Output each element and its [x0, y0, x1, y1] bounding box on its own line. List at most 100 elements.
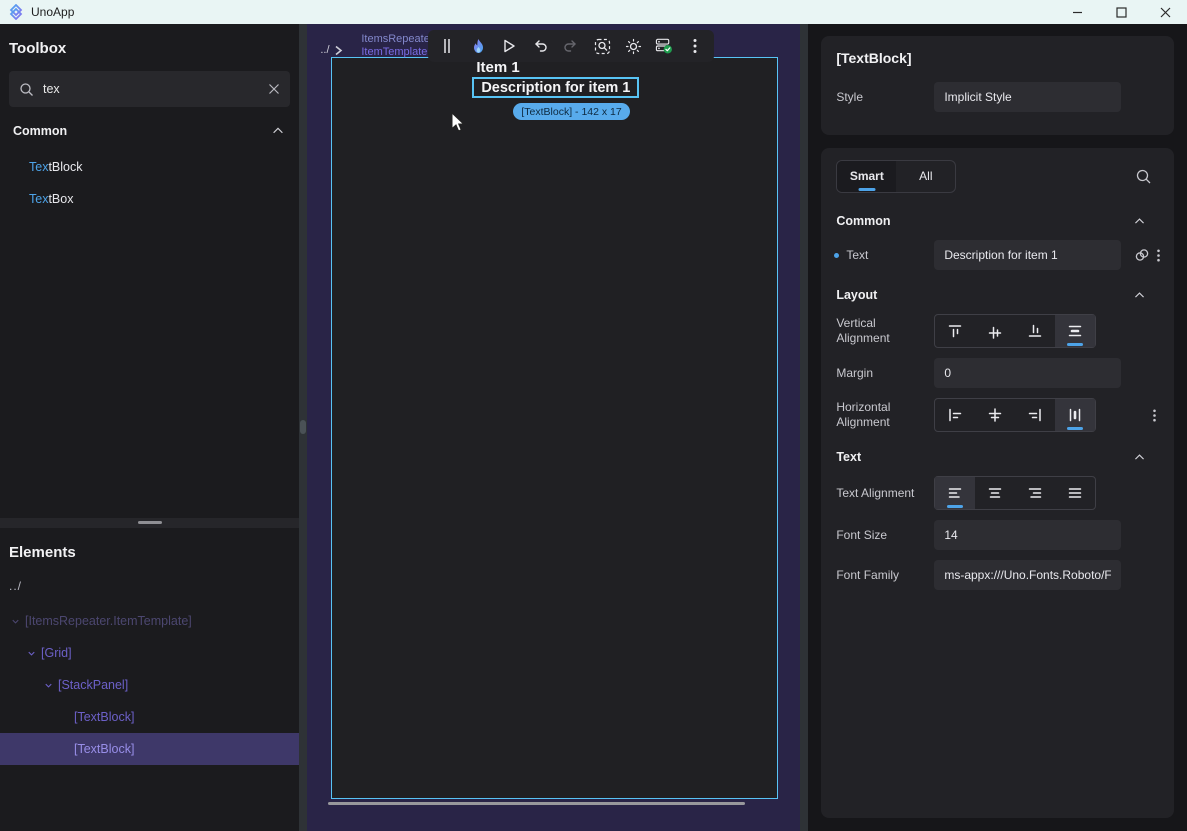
titlebar: UnoApp [0, 0, 1187, 24]
chevron-down-icon[interactable] [10, 616, 21, 627]
uno-logo-icon [8, 4, 24, 20]
font-size-input[interactable] [934, 520, 1121, 550]
style-input[interactable] [934, 82, 1121, 112]
canvas-breadcrumb[interactable]: ItemsRepeater ItemTemplate [361, 33, 433, 59]
breadcrumb-itemsrepeater[interactable]: ItemsRepeater [361, 33, 433, 46]
text-alignment-group [934, 476, 1096, 510]
text-alignment-label: Text Alignment [836, 486, 934, 501]
valign-bottom-button[interactable] [1015, 315, 1055, 347]
tree-item-stackpanel[interactable]: [StackPanel] [0, 669, 299, 701]
tree-item-textblock-2-selected[interactable]: [TextBlock] [0, 733, 299, 765]
textalign-justify-button[interactable] [1055, 477, 1095, 509]
font-family-input[interactable] [934, 560, 1121, 590]
text-property-row: Text [836, 240, 1166, 270]
splitter-grip-icon [138, 521, 162, 524]
clear-search-icon[interactable] [268, 83, 280, 95]
up-level-label: ../ [320, 44, 329, 56]
elements-root-crumb[interactable]: ../ [0, 573, 299, 599]
chevron-up-icon [271, 124, 285, 138]
vertical-alignment-group [934, 314, 1096, 348]
toolbox-search-input[interactable] [43, 82, 268, 96]
drag-handle-icon[interactable] [438, 37, 456, 55]
textalign-center-button[interactable] [975, 477, 1015, 509]
halign-left-button[interactable] [935, 399, 975, 431]
elements-title: Elements [0, 528, 299, 573]
inspected-element-title: [TextBlock] [836, 50, 1159, 66]
selected-textblock[interactable]: Description for item 1 [472, 77, 639, 98]
horizontal-alignment-row: Horizontal Alignment [836, 398, 1166, 432]
section-common[interactable]: Common [836, 214, 1166, 228]
redo-icon[interactable] [562, 37, 580, 55]
font-size-label: Font Size [836, 528, 934, 543]
canvas-horizontal-scrollbar[interactable] [328, 802, 745, 805]
scrollbar-thumb[interactable] [300, 420, 306, 434]
tree-item-itemsrepeater-itemtemplate[interactable]: [ItemsRepeater.ItemTemplate] [0, 605, 299, 637]
undo-icon[interactable] [531, 37, 549, 55]
close-button[interactable] [1143, 0, 1187, 24]
breadcrumb-itemtemplate[interactable]: ItemTemplate [361, 46, 433, 59]
tree-item-label: [ItemsRepeater.ItemTemplate] [25, 614, 192, 628]
section-text[interactable]: Text [836, 450, 1166, 464]
textalign-right-button[interactable] [1015, 477, 1055, 509]
design-surface[interactable]: Item 1 Description for item 1 [TextBlock… [331, 57, 778, 799]
tree-item-label: [Grid] [41, 646, 72, 660]
halign-center-button[interactable] [975, 399, 1015, 431]
match-text: Tex [29, 160, 48, 174]
margin-row: Margin [836, 358, 1166, 388]
chevron-down-icon[interactable] [26, 648, 37, 659]
element-picker-icon[interactable] [593, 37, 611, 55]
margin-input[interactable] [934, 358, 1121, 388]
section-layout[interactable]: Layout [836, 288, 1166, 302]
hot-reload-flame-icon[interactable] [469, 37, 487, 55]
text-label: Text [836, 248, 868, 262]
play-button-icon[interactable] [500, 37, 518, 55]
search-icon [19, 82, 34, 97]
tree-item-grid[interactable]: [Grid] [0, 637, 299, 669]
more-options-icon[interactable] [1157, 249, 1160, 262]
tree-item-label: [TextBlock] [74, 742, 134, 756]
panel-splitter[interactable] [0, 518, 299, 528]
style-label: Style [836, 90, 934, 105]
toolbox-search[interactable] [9, 71, 290, 107]
connection-status-icon[interactable] [655, 37, 673, 55]
valign-stretch-button[interactable] [1055, 315, 1095, 347]
design-canvas[interactable]: ../ ItemsRepeater ItemTemplate [307, 24, 800, 831]
canvas-scrollbar-track[interactable] [800, 24, 808, 831]
toolbox-section-common[interactable]: Common [0, 111, 299, 151]
elements-tree: [ItemsRepeater.ItemTemplate] [Grid] [Sta… [0, 605, 299, 765]
theme-toggle-sun-icon[interactable] [624, 37, 642, 55]
tree-item-textblock-1[interactable]: [TextBlock] [0, 701, 299, 733]
chevron-down-icon[interactable] [43, 680, 54, 691]
minimize-button[interactable] [1055, 0, 1099, 24]
chevron-up-icon [1133, 215, 1146, 228]
halign-stretch-button[interactable] [1055, 399, 1095, 431]
more-options-icon[interactable] [1153, 409, 1156, 422]
text-value-input[interactable] [934, 240, 1121, 270]
section-label: Common [13, 124, 67, 138]
tab-smart[interactable]: Smart [837, 161, 896, 192]
vertical-alignment-row: Vertical Alignment [836, 314, 1166, 348]
valign-top-button[interactable] [935, 315, 975, 347]
inspector-properties-card: Smart All Common Text [821, 148, 1174, 818]
properties-search-icon[interactable] [1135, 168, 1152, 185]
maximize-button[interactable] [1099, 0, 1143, 24]
textalign-left-button[interactable] [935, 477, 975, 509]
rest-text: tBox [48, 192, 73, 206]
tab-all[interactable]: All [896, 161, 955, 192]
more-options-icon[interactable] [686, 37, 704, 55]
toolbox-title: Toolbox [0, 24, 299, 69]
elements-panel: Elements ../ [ItemsRepeater.ItemTemplate… [0, 528, 299, 831]
toolbox-item-textblock[interactable]: TextBlock [0, 151, 299, 183]
valign-center-button[interactable] [975, 315, 1015, 347]
binding-icon[interactable] [1133, 246, 1151, 264]
canvas-breadcrumb-up[interactable]: ../ [320, 44, 342, 56]
text-label-wrap: Text [836, 248, 934, 263]
left-scrollbar-track[interactable] [299, 24, 307, 831]
text-alignment-row: Text Alignment [836, 476, 1166, 510]
mouse-cursor-icon [451, 112, 466, 133]
toolbox-item-textbox[interactable]: TextBox [0, 183, 299, 215]
halign-right-button[interactable] [1015, 399, 1055, 431]
selected-textblock-text: Description for item 1 [481, 80, 630, 96]
app-window: UnoApp Toolbox [0, 0, 1187, 831]
inspector-tabs: Smart All [836, 156, 1166, 196]
